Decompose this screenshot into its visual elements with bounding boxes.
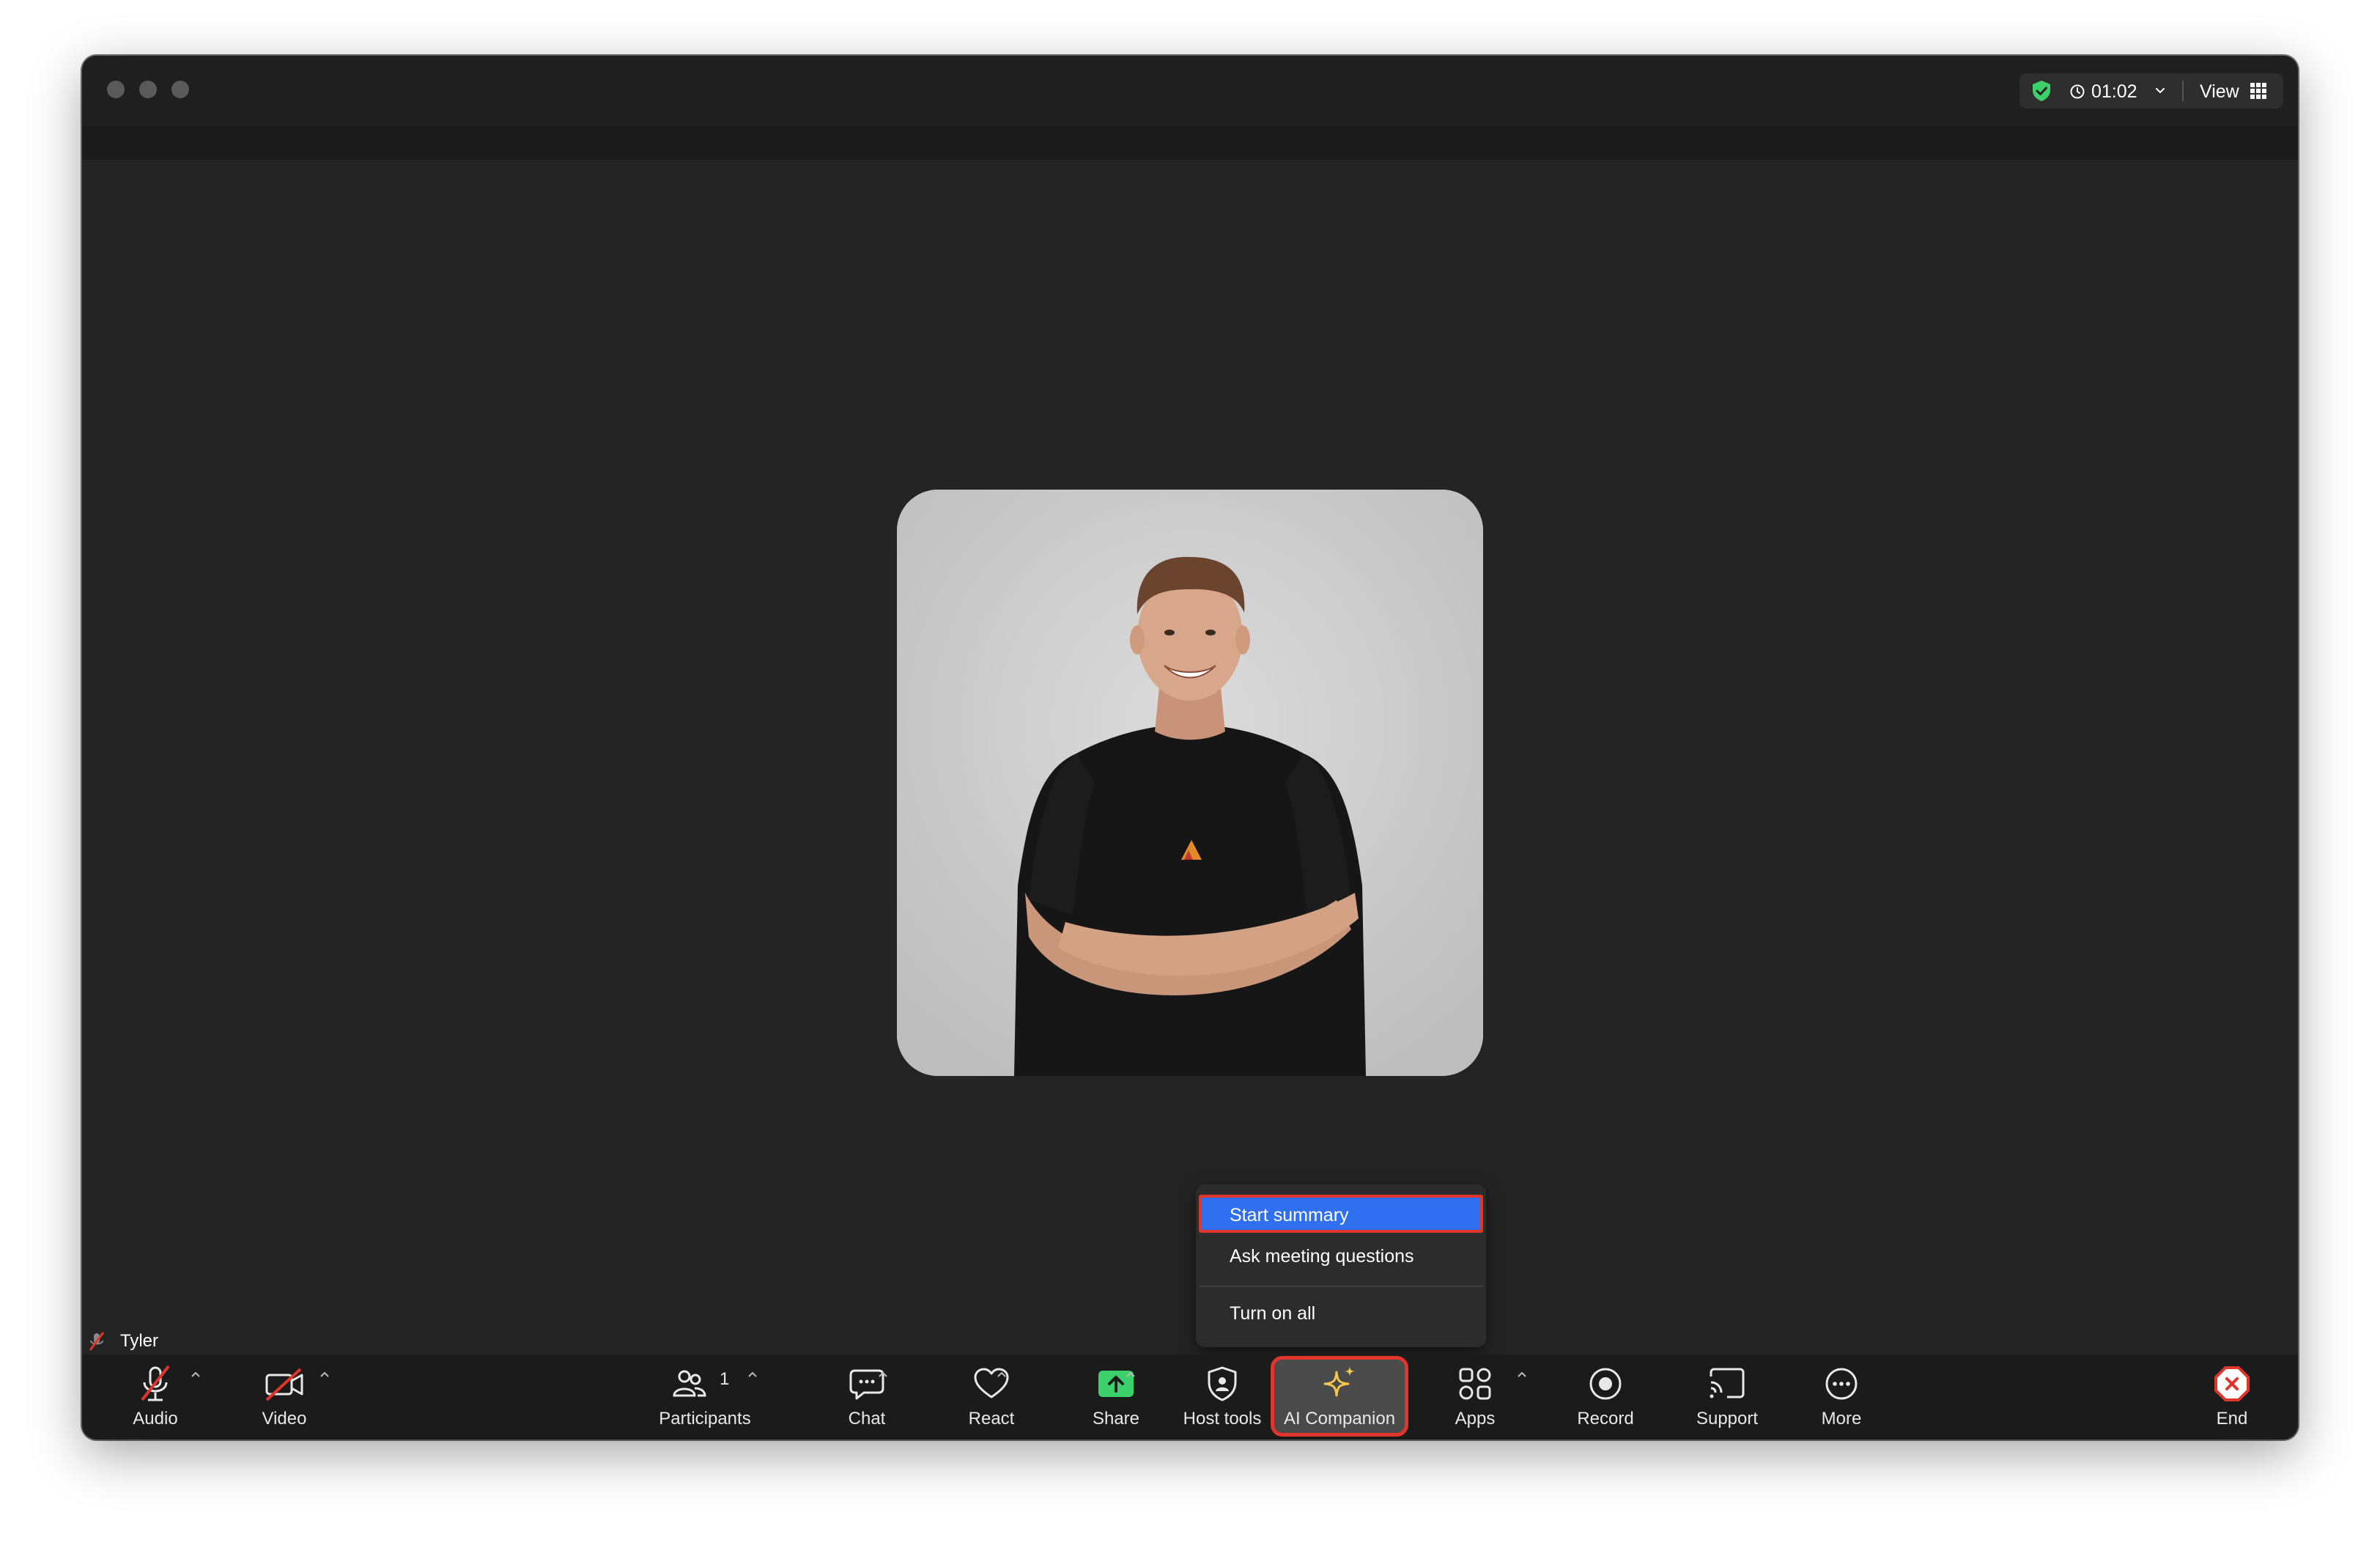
- share-button[interactable]: Share: [1076, 1354, 1156, 1440]
- record-button[interactable]: Record: [1558, 1354, 1653, 1440]
- audio-button[interactable]: Audio: [111, 1354, 199, 1440]
- muted-mic-icon: [89, 1332, 105, 1351]
- participant-photo: [897, 490, 1483, 1076]
- participants-options-caret[interactable]: [746, 1369, 759, 1379]
- chat-label: Chat: [848, 1409, 886, 1429]
- react-button[interactable]: React: [951, 1354, 1032, 1440]
- title-bar: 01:02 View: [82, 56, 2298, 126]
- start-summary-item[interactable]: Start summary: [1199, 1195, 1483, 1233]
- participants-icon: [673, 1370, 706, 1397]
- ai-companion-label: AI Companion: [1283, 1409, 1396, 1429]
- ask-meeting-questions-item[interactable]: Ask meeting questions: [1199, 1237, 1483, 1275]
- audio-label: Audio: [133, 1409, 178, 1429]
- apps-label: Apps: [1455, 1409, 1496, 1429]
- chevron-down-icon[interactable]: [2154, 86, 2166, 95]
- menu-divider: [1199, 1286, 1483, 1287]
- zoom-window-button[interactable]: [171, 81, 189, 98]
- divider: [2182, 81, 2184, 101]
- more-button[interactable]: More: [1801, 1354, 1882, 1440]
- shield-check-icon[interactable]: [2030, 79, 2053, 103]
- video-label: Video: [262, 1409, 307, 1429]
- react-label: React: [968, 1409, 1015, 1429]
- participants-button[interactable]: 1 Participants: [639, 1354, 771, 1440]
- share-options-caret[interactable]: [1124, 1369, 1137, 1379]
- support-button[interactable]: Support: [1679, 1354, 1775, 1440]
- grid-view-icon: [2250, 83, 2266, 99]
- apps-button[interactable]: Apps: [1435, 1354, 1515, 1440]
- view-button[interactable]: View: [2192, 73, 2277, 108]
- video-button[interactable]: Video: [240, 1354, 328, 1440]
- clock-icon: [2070, 84, 2085, 99]
- participant-video-tile[interactable]: [897, 490, 1483, 1076]
- record-icon: [1589, 1368, 1622, 1400]
- video-options-caret[interactable]: [318, 1369, 331, 1379]
- record-label: Record: [1577, 1409, 1634, 1429]
- share-label: Share: [1092, 1409, 1140, 1429]
- minimize-window-button[interactable]: [139, 81, 157, 98]
- participants-count: 1: [720, 1369, 730, 1389]
- support-label: Support: [1696, 1409, 1759, 1429]
- menu-item-label: Turn on all: [1230, 1303, 1316, 1324]
- ai-companion-button[interactable]: AI Companion: [1275, 1354, 1404, 1440]
- audio-options-caret[interactable]: [189, 1369, 202, 1379]
- apps-options-caret[interactable]: [1515, 1369, 1529, 1379]
- host-shield-icon: [1208, 1366, 1237, 1401]
- meeting-window: 01:02 View Tyler Start summary Ask meeti…: [82, 56, 2298, 1440]
- meeting-timer[interactable]: 01:02: [2091, 81, 2137, 103]
- end-x-icon: [2214, 1366, 2250, 1401]
- top-controls: 01:02 View: [2019, 73, 2283, 108]
- turn-on-all-item[interactable]: Turn on all: [1199, 1294, 1483, 1333]
- cast-icon: [1710, 1368, 1745, 1398]
- video-off-icon: [265, 1368, 303, 1401]
- host-tools-label: Host tools: [1183, 1409, 1262, 1429]
- muted-mic-icon: [141, 1365, 170, 1401]
- end-label: End: [2216, 1409, 2248, 1429]
- menu-item-label: Start summary: [1230, 1205, 1349, 1226]
- chat-button[interactable]: Chat: [827, 1354, 907, 1440]
- react-options-caret[interactable]: [995, 1369, 1008, 1379]
- view-label: View: [2200, 81, 2239, 102]
- close-window-button[interactable]: [107, 81, 125, 98]
- participants-label: Participants: [659, 1409, 751, 1429]
- ai-companion-menu: Start summary Ask meeting questions Turn…: [1196, 1184, 1486, 1347]
- apps-icon: [1459, 1368, 1491, 1400]
- menu-item-label: Ask meeting questions: [1230, 1246, 1414, 1267]
- more-label: More: [1821, 1409, 1862, 1429]
- sub-bar: [82, 126, 2298, 160]
- meeting-toolbar: Audio Video 1 Participants Chat React Sh…: [82, 1354, 2298, 1440]
- chat-options-caret[interactable]: [876, 1369, 890, 1379]
- end-meeting-button[interactable]: End: [2195, 1354, 2269, 1440]
- more-dots-icon: [1825, 1368, 1858, 1400]
- host-tools-button[interactable]: Host tools: [1164, 1354, 1281, 1440]
- sparkle-icon: [1323, 1366, 1355, 1397]
